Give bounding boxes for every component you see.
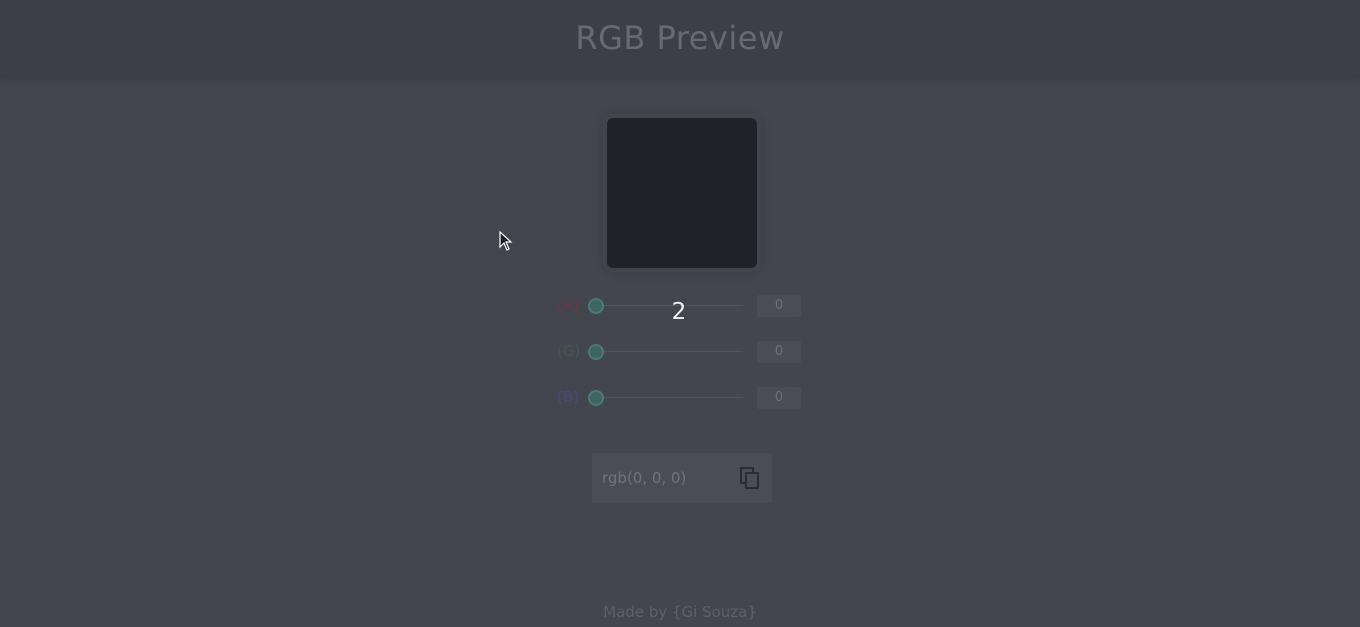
green-value-input[interactable]: 0 bbox=[757, 341, 801, 363]
overlay-number: 2 bbox=[671, 299, 687, 325]
green-slider-row: (G) 0 bbox=[557, 341, 807, 363]
app-header: RGB Preview bbox=[0, 0, 1360, 78]
blue-value-input[interactable]: 0 bbox=[757, 387, 801, 409]
blue-label: (B) bbox=[557, 388, 579, 406]
copy-button[interactable] bbox=[738, 466, 762, 490]
red-value-input[interactable]: 0 bbox=[757, 295, 801, 317]
rgb-output-box: rgb(0, 0, 0) bbox=[592, 453, 772, 503]
blue-slider-track[interactable] bbox=[595, 397, 743, 398]
color-preview-swatch bbox=[607, 118, 757, 268]
rgb-output-text: rgb(0, 0, 0) bbox=[602, 469, 687, 487]
red-slider-thumb[interactable] bbox=[588, 298, 604, 314]
footer-credit: Made by {Gi Souza} bbox=[603, 603, 757, 621]
green-slider-track[interactable] bbox=[595, 351, 743, 352]
green-slider-thumb[interactable] bbox=[588, 344, 604, 360]
blue-slider-row: (B) 0 bbox=[557, 387, 807, 409]
copy-icon bbox=[740, 467, 759, 489]
blue-slider-thumb[interactable] bbox=[588, 390, 604, 406]
page-title: RGB Preview bbox=[575, 19, 785, 57]
mouse-pointer-icon bbox=[499, 231, 513, 251]
red-label: (R) bbox=[557, 296, 580, 314]
green-label: (G) bbox=[557, 342, 581, 360]
